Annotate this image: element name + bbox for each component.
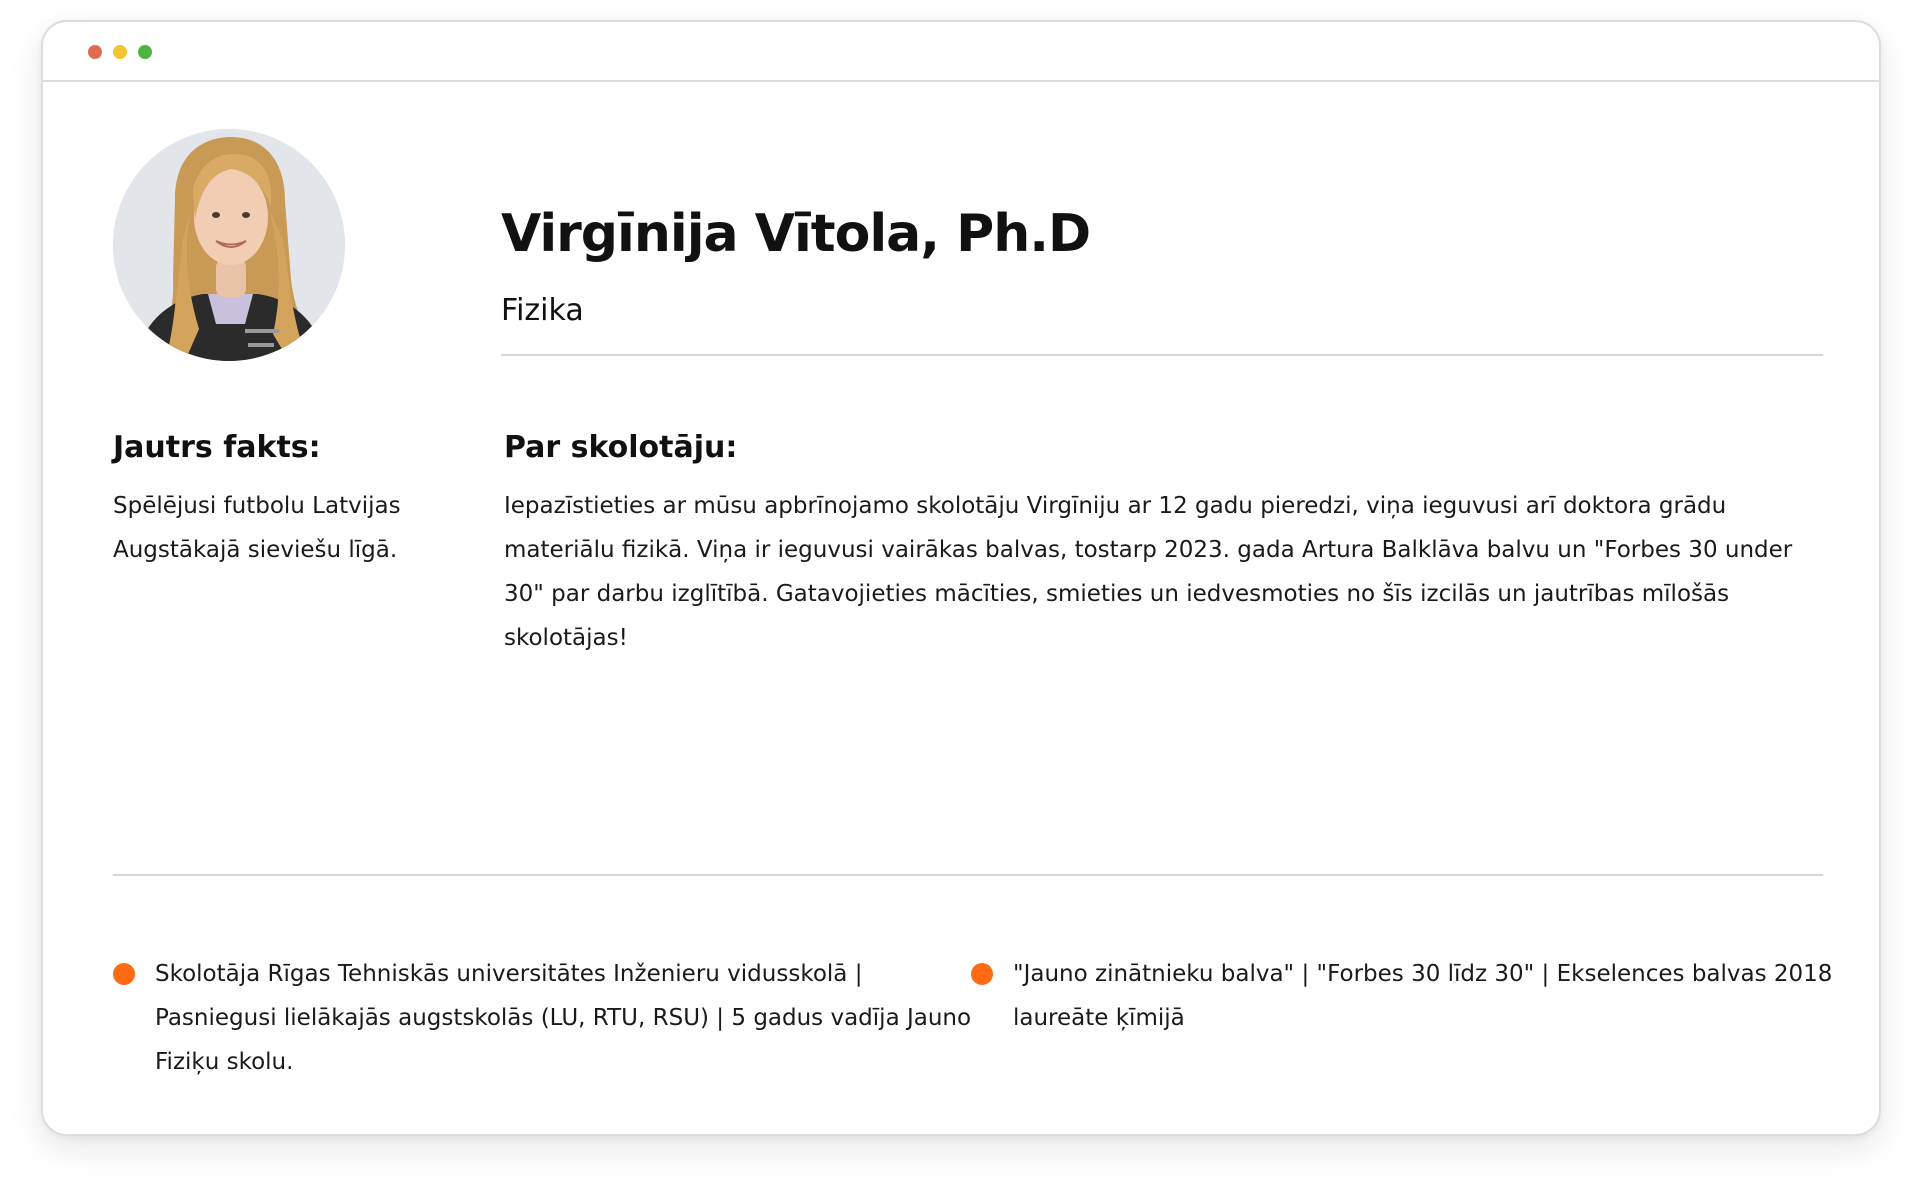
highlights-divider: [113, 874, 1823, 876]
highlight-text: "Jauno zinātnieku balva" | "Forbes 30 lī…: [1013, 961, 1833, 1031]
minimize-window-dot-icon[interactable]: [113, 45, 127, 59]
window-titlebar: [43, 22, 1879, 82]
teacher-name: Virgīnija Vītola, Ph.D: [501, 204, 1091, 264]
orange-bullet-icon: [971, 963, 993, 985]
browser-window: Virgīnija Vītola, Ph.D Fizika Jautrs fak…: [41, 20, 1881, 1136]
highlight-text: Skolotāja Rīgas Tehniskās universitātes …: [155, 961, 972, 1075]
close-window-dot-icon[interactable]: [88, 45, 102, 59]
about-title: Par skolotāju:: [504, 430, 738, 465]
orange-bullet-icon: [113, 963, 135, 985]
header-divider: [501, 354, 1823, 356]
teacher-avatar: [113, 129, 345, 361]
teacher-subject: Fizika: [501, 293, 584, 328]
fun-fact-title: Jautrs fakts:: [113, 430, 321, 465]
about-text: Iepazīstieties ar mūsu apbrīnojamo skolo…: [504, 493, 1793, 651]
maximize-window-dot-icon[interactable]: [138, 45, 152, 59]
teacher-portrait-icon: [113, 129, 345, 361]
fun-fact-text: Spēlējusi futbolu Latvijas Augstākajā si…: [113, 493, 401, 563]
